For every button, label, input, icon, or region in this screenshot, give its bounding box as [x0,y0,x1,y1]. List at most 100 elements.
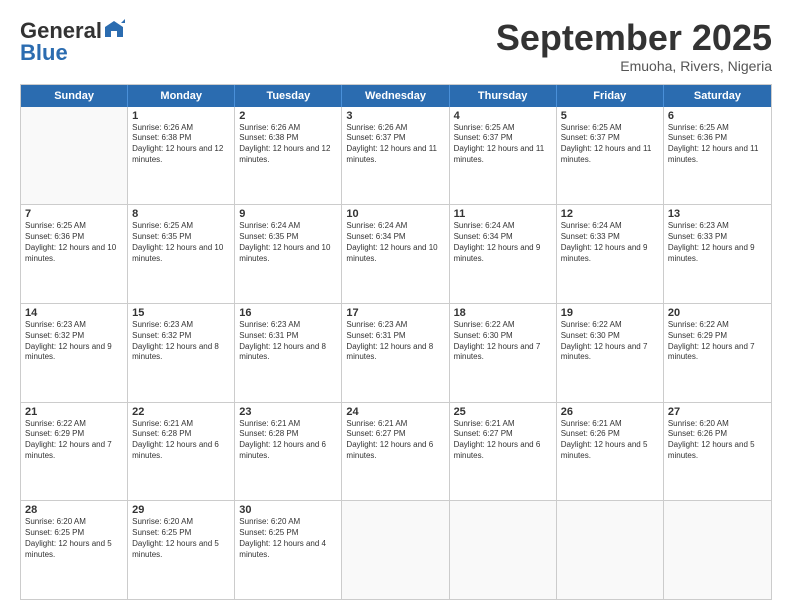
calendar-cell-2-0: 14Sunrise: 6:23 AMSunset: 6:32 PMDayligh… [21,304,128,402]
day-info: Sunrise: 6:25 AMSunset: 6:35 PMDaylight:… [132,221,230,264]
day-number: 6 [668,110,767,122]
calendar-cell-1-4: 11Sunrise: 6:24 AMSunset: 6:34 PMDayligh… [450,205,557,303]
calendar-cell-0-1: 1Sunrise: 6:26 AMSunset: 6:38 PMDaylight… [128,107,235,205]
calendar-row-0: 1Sunrise: 6:26 AMSunset: 6:38 PMDaylight… [21,107,771,206]
day-info: Sunrise: 6:25 AMSunset: 6:37 PMDaylight:… [454,123,552,166]
calendar: SundayMondayTuesdayWednesdayThursdayFrid… [20,84,772,600]
month-title: September 2025 [496,18,772,58]
calendar-cell-4-6 [664,501,771,599]
page: General Blue September 2025 Emuoha, Rive… [0,0,792,612]
day-info: Sunrise: 6:26 AMSunset: 6:37 PMDaylight:… [346,123,444,166]
header-day-wednesday: Wednesday [342,85,449,107]
calendar-cell-2-2: 16Sunrise: 6:23 AMSunset: 6:31 PMDayligh… [235,304,342,402]
calendar-cell-1-1: 8Sunrise: 6:25 AMSunset: 6:35 PMDaylight… [128,205,235,303]
day-info: Sunrise: 6:22 AMSunset: 6:29 PMDaylight:… [668,320,767,363]
day-info: Sunrise: 6:24 AMSunset: 6:33 PMDaylight:… [561,221,659,264]
day-info: Sunrise: 6:22 AMSunset: 6:30 PMDaylight:… [561,320,659,363]
day-number: 3 [346,110,444,122]
header-day-monday: Monday [128,85,235,107]
day-number: 28 [25,504,123,516]
day-number: 5 [561,110,659,122]
day-number: 2 [239,110,337,122]
calendar-cell-4-3 [342,501,449,599]
day-info: Sunrise: 6:23 AMSunset: 6:33 PMDaylight:… [668,221,767,264]
day-number: 19 [561,307,659,319]
calendar-cell-0-6: 6Sunrise: 6:25 AMSunset: 6:36 PMDaylight… [664,107,771,205]
calendar-row-1: 7Sunrise: 6:25 AMSunset: 6:36 PMDaylight… [21,205,771,304]
day-number: 29 [132,504,230,516]
day-info: Sunrise: 6:20 AMSunset: 6:25 PMDaylight:… [132,517,230,560]
day-info: Sunrise: 6:23 AMSunset: 6:32 PMDaylight:… [25,320,123,363]
calendar-cell-3-5: 26Sunrise: 6:21 AMSunset: 6:26 PMDayligh… [557,403,664,501]
day-info: Sunrise: 6:22 AMSunset: 6:29 PMDaylight:… [25,419,123,462]
calendar-cell-0-5: 5Sunrise: 6:25 AMSunset: 6:37 PMDaylight… [557,107,664,205]
day-info: Sunrise: 6:20 AMSunset: 6:25 PMDaylight:… [25,517,123,560]
calendar-cell-3-1: 22Sunrise: 6:21 AMSunset: 6:28 PMDayligh… [128,403,235,501]
calendar-cell-2-3: 17Sunrise: 6:23 AMSunset: 6:31 PMDayligh… [342,304,449,402]
calendar-cell-3-3: 24Sunrise: 6:21 AMSunset: 6:27 PMDayligh… [342,403,449,501]
day-info: Sunrise: 6:24 AMSunset: 6:35 PMDaylight:… [239,221,337,264]
day-number: 17 [346,307,444,319]
day-number: 25 [454,406,552,418]
calendar-cell-0-2: 2Sunrise: 6:26 AMSunset: 6:38 PMDaylight… [235,107,342,205]
day-number: 23 [239,406,337,418]
calendar-cell-1-2: 9Sunrise: 6:24 AMSunset: 6:35 PMDaylight… [235,205,342,303]
day-info: Sunrise: 6:21 AMSunset: 6:27 PMDaylight:… [346,419,444,462]
day-number: 16 [239,307,337,319]
day-number: 20 [668,307,767,319]
header-day-thursday: Thursday [450,85,557,107]
calendar-cell-0-3: 3Sunrise: 6:26 AMSunset: 6:37 PMDaylight… [342,107,449,205]
day-number: 12 [561,208,659,220]
calendar-header: SundayMondayTuesdayWednesdayThursdayFrid… [21,85,771,107]
day-number: 15 [132,307,230,319]
calendar-cell-1-6: 13Sunrise: 6:23 AMSunset: 6:33 PMDayligh… [664,205,771,303]
logo-blue: Blue [20,40,68,66]
calendar-cell-2-5: 19Sunrise: 6:22 AMSunset: 6:30 PMDayligh… [557,304,664,402]
day-number: 10 [346,208,444,220]
calendar-body: 1Sunrise: 6:26 AMSunset: 6:38 PMDaylight… [21,107,771,599]
day-info: Sunrise: 6:23 AMSunset: 6:32 PMDaylight:… [132,320,230,363]
calendar-cell-4-4 [450,501,557,599]
day-info: Sunrise: 6:21 AMSunset: 6:26 PMDaylight:… [561,419,659,462]
day-info: Sunrise: 6:24 AMSunset: 6:34 PMDaylight:… [454,221,552,264]
day-info: Sunrise: 6:21 AMSunset: 6:27 PMDaylight:… [454,419,552,462]
day-info: Sunrise: 6:25 AMSunset: 6:37 PMDaylight:… [561,123,659,166]
header: General Blue September 2025 Emuoha, Rive… [20,18,772,74]
day-info: Sunrise: 6:25 AMSunset: 6:36 PMDaylight:… [25,221,123,264]
calendar-cell-0-4: 4Sunrise: 6:25 AMSunset: 6:37 PMDaylight… [450,107,557,205]
day-number: 1 [132,110,230,122]
day-number: 18 [454,307,552,319]
day-info: Sunrise: 6:25 AMSunset: 6:36 PMDaylight:… [668,123,767,166]
calendar-cell-3-2: 23Sunrise: 6:21 AMSunset: 6:28 PMDayligh… [235,403,342,501]
calendar-cell-0-0 [21,107,128,205]
calendar-cell-2-1: 15Sunrise: 6:23 AMSunset: 6:32 PMDayligh… [128,304,235,402]
day-info: Sunrise: 6:21 AMSunset: 6:28 PMDaylight:… [132,419,230,462]
header-day-tuesday: Tuesday [235,85,342,107]
day-info: Sunrise: 6:20 AMSunset: 6:26 PMDaylight:… [668,419,767,462]
day-number: 8 [132,208,230,220]
calendar-cell-1-5: 12Sunrise: 6:24 AMSunset: 6:33 PMDayligh… [557,205,664,303]
day-number: 27 [668,406,767,418]
day-number: 30 [239,504,337,516]
calendar-cell-3-6: 27Sunrise: 6:20 AMSunset: 6:26 PMDayligh… [664,403,771,501]
day-info: Sunrise: 6:23 AMSunset: 6:31 PMDaylight:… [239,320,337,363]
title-block: September 2025 Emuoha, Rivers, Nigeria [496,18,772,74]
logo: General Blue [20,18,125,66]
day-info: Sunrise: 6:26 AMSunset: 6:38 PMDaylight:… [132,123,230,166]
day-number: 14 [25,307,123,319]
day-info: Sunrise: 6:24 AMSunset: 6:34 PMDaylight:… [346,221,444,264]
logo-icon [103,19,125,41]
day-number: 4 [454,110,552,122]
day-info: Sunrise: 6:26 AMSunset: 6:38 PMDaylight:… [239,123,337,166]
calendar-cell-2-4: 18Sunrise: 6:22 AMSunset: 6:30 PMDayligh… [450,304,557,402]
calendar-cell-3-0: 21Sunrise: 6:22 AMSunset: 6:29 PMDayligh… [21,403,128,501]
day-number: 9 [239,208,337,220]
subtitle: Emuoha, Rivers, Nigeria [496,58,772,74]
header-day-friday: Friday [557,85,664,107]
day-info: Sunrise: 6:20 AMSunset: 6:25 PMDaylight:… [239,517,337,560]
calendar-cell-2-6: 20Sunrise: 6:22 AMSunset: 6:29 PMDayligh… [664,304,771,402]
header-day-saturday: Saturday [664,85,771,107]
calendar-row-4: 28Sunrise: 6:20 AMSunset: 6:25 PMDayligh… [21,501,771,599]
header-day-sunday: Sunday [21,85,128,107]
calendar-cell-4-5 [557,501,664,599]
